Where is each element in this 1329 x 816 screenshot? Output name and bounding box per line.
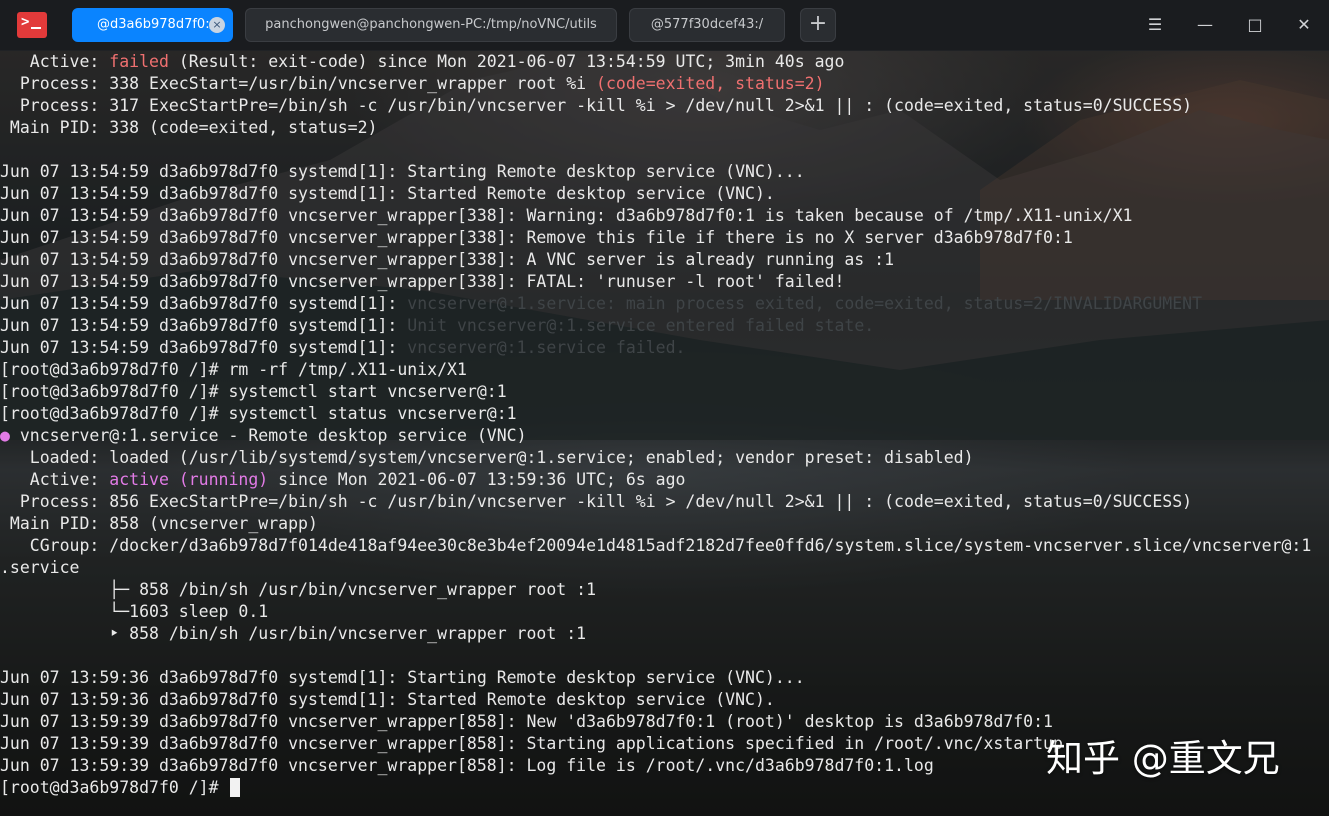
- terminal-line: Jun 07 13:59:39 d3a6b978d7f0 vncserver_w…: [0, 733, 1063, 755]
- terminal-text: vncserver@:1.service: main process exite…: [407, 294, 1203, 313]
- terminal-text: (Result: exit-code) since Mon 2021-06-07…: [168, 52, 845, 71]
- terminal-text: ●: [0, 426, 10, 445]
- terminal-line: Active: active (running) since Mon 2021-…: [0, 469, 686, 491]
- terminal-output[interactable]: Active: failed (Result: exit-code) since…: [0, 50, 1329, 816]
- terminal-text: Jun 07 13:54:59 d3a6b978d7f0 systemd[1]:…: [0, 162, 805, 181]
- terminal-line: [root@d3a6b978d7f0 /]# systemctl start v…: [0, 381, 507, 403]
- terminal-text: Main PID: 858 (vncserver_wrapp): [0, 514, 318, 533]
- minimize-icon[interactable]: —: [1194, 14, 1216, 36]
- terminal-line: [root@d3a6b978d7f0 /]# rm -rf /tmp/.X11-…: [0, 359, 467, 381]
- terminal-line: Jun 07 13:54:59 d3a6b978d7f0 vncserver_w…: [0, 227, 1073, 249]
- terminal-text: Jun 07 13:59:39 d3a6b978d7f0 vncserver_w…: [0, 734, 1063, 753]
- terminal-text: Process: 338 ExecStart=/usr/bin/vncserve…: [0, 74, 597, 93]
- terminal-text: Active:: [0, 470, 110, 489]
- tab-label: panchongwen@panchongwen-PC:/tmp/noVNC/ut…: [265, 17, 597, 32]
- terminal-line: Jun 07 13:54:59 d3a6b978d7f0 systemd[1]:…: [0, 315, 874, 337]
- terminal-icon: >: [17, 12, 47, 38]
- terminal-text: [root@d3a6b978d7f0 /]# systemctl status …: [0, 404, 517, 423]
- terminal-text: Active:: [0, 52, 110, 71]
- terminal-line: Jun 07 13:54:59 d3a6b978d7f0 systemd[1]:…: [0, 293, 1202, 315]
- terminal-text: Process: 856 ExecStartPre=/bin/sh -c /us…: [0, 492, 1193, 511]
- terminal-text: Jun 07 13:54:59 d3a6b978d7f0 systemd[1]:: [0, 316, 408, 335]
- terminal-text: Unit vncserver@:1.service entered failed…: [407, 316, 875, 335]
- terminal-text: ├─ 858 /bin/sh /usr/bin/vncserver_wrappe…: [0, 580, 597, 599]
- terminal-text: Jun 07 13:54:59 d3a6b978d7f0 systemd[1]:…: [0, 184, 775, 203]
- terminal-text: Main PID: 338 (code=exited, status=2): [0, 118, 378, 137]
- terminal-text: Jun 07 13:59:39 d3a6b978d7f0 vncserver_w…: [0, 756, 934, 775]
- terminal-text: Jun 07 13:59:36 d3a6b978d7f0 systemd[1]:…: [0, 690, 775, 709]
- terminal-text: vncserver@:1.service failed.: [407, 338, 686, 357]
- close-icon[interactable]: ✕: [1293, 14, 1315, 36]
- terminal-text: vncserver@:1.service - Remote desktop se…: [9, 426, 527, 445]
- terminal-line: ● vncserver@:1.service - Remote desktop …: [0, 425, 527, 447]
- terminal-text: active (running): [109, 470, 269, 489]
- terminal-line: Active: failed (Result: exit-code) since…: [0, 51, 845, 73]
- terminal-line: CGroup: /docker/d3a6b978d7f014de418af94e…: [0, 535, 1311, 557]
- terminal-line: [root@d3a6b978d7f0 /]# systemctl status …: [0, 403, 517, 425]
- terminal-line: ├─ 858 /bin/sh /usr/bin/vncserver_wrappe…: [0, 579, 596, 601]
- terminal-line: .service: [0, 557, 79, 579]
- terminal-text: Jun 07 13:59:36 d3a6b978d7f0 systemd[1]:…: [0, 668, 805, 687]
- terminal-line: └─1603 sleep 0.1: [0, 601, 268, 623]
- terminal-line: Process: 856 ExecStartPre=/bin/sh -c /us…: [0, 491, 1192, 513]
- title-bar: > @d3a6b978d7f0:/ × panchongwen@panchong…: [0, 0, 1329, 51]
- tab-close-icon[interactable]: ×: [209, 17, 225, 33]
- terminal-line: Main PID: 858 (vncserver_wrapp): [0, 513, 318, 535]
- terminal-text: Jun 07 13:54:59 d3a6b978d7f0 vncserver_w…: [0, 206, 1133, 225]
- terminal-text: Jun 07 13:59:39 d3a6b978d7f0 vncserver_w…: [0, 712, 1053, 731]
- terminal-text: since Mon 2021-06-07 13:59:36 UTC; 6s ag…: [268, 470, 686, 489]
- terminal-text: [root@d3a6b978d7f0 /]# systemctl start v…: [0, 382, 507, 401]
- terminal-line: Jun 07 13:54:59 d3a6b978d7f0 systemd[1]:…: [0, 337, 685, 359]
- terminal-text: Jun 07 13:54:59 d3a6b978d7f0 vncserver_w…: [0, 272, 845, 291]
- tab-panchongwen[interactable]: panchongwen@panchongwen-PC:/tmp/noVNC/ut…: [245, 8, 617, 42]
- terminal-text: CGroup: /docker/d3a6b978d7f014de418af94e…: [0, 536, 1312, 555]
- terminal-text: [root@d3a6b978d7f0 /]# rm -rf /tmp/.X11-…: [0, 360, 467, 379]
- terminal-line: Jun 07 13:54:59 d3a6b978d7f0 vncserver_w…: [0, 271, 844, 293]
- terminal-line: [root@d3a6b978d7f0 /]#: [0, 777, 228, 799]
- terminal-text: Process: 317 ExecStartPre=/bin/sh -c /us…: [0, 96, 1193, 115]
- terminal-line: Loaded: loaded (/usr/lib/systemd/system/…: [0, 447, 974, 469]
- terminal-line: Process: 317 ExecStartPre=/bin/sh -c /us…: [0, 95, 1192, 117]
- terminal-line: Jun 07 13:59:36 d3a6b978d7f0 systemd[1]:…: [0, 689, 775, 711]
- terminal-text: ‣ 858 /bin/sh /usr/bin/vncserver_wrapper…: [0, 624, 587, 643]
- terminal-line: Jun 07 13:54:59 d3a6b978d7f0 vncserver_w…: [0, 249, 894, 271]
- terminal-text: Jun 07 13:54:59 d3a6b978d7f0 systemd[1]:: [0, 338, 408, 357]
- hamburger-menu-icon[interactable]: ☰: [1144, 14, 1166, 36]
- terminal-text: Loaded: loaded (/usr/lib/systemd/system/…: [0, 448, 974, 467]
- terminal-line: ‣ 858 /bin/sh /usr/bin/vncserver_wrapper…: [0, 623, 586, 645]
- terminal-text: failed: [109, 52, 169, 71]
- terminal-text: Jun 07 13:54:59 d3a6b978d7f0 vncserver_w…: [0, 250, 895, 269]
- terminal-line: Jun 07 13:54:59 d3a6b978d7f0 vncserver_w…: [0, 205, 1132, 227]
- terminal-line: Main PID: 338 (code=exited, status=2): [0, 117, 378, 139]
- terminal-line: Process: 338 ExecStart=/usr/bin/vncserve…: [0, 73, 825, 95]
- terminal-text: └─1603 sleep 0.1: [0, 602, 269, 621]
- zhihu-watermark: 知乎 @重文兄: [1046, 737, 1280, 780]
- terminal-line: Jun 07 13:59:39 d3a6b978d7f0 vncserver_w…: [0, 755, 934, 777]
- tab-label: @577f30dcef43:/: [650, 17, 764, 32]
- tab-label: @d3a6b978d7f0:/: [97, 17, 214, 32]
- terminal-cursor: [230, 778, 240, 797]
- tab-577f30dcef43[interactable]: @577f30dcef43:/: [629, 8, 785, 42]
- terminal-text: Jun 07 13:54:59 d3a6b978d7f0 systemd[1]:: [0, 294, 408, 313]
- terminal-line: Jun 07 13:59:36 d3a6b978d7f0 systemd[1]:…: [0, 667, 805, 689]
- terminal-text: (code=exited, status=2): [596, 74, 825, 93]
- terminal-text: [root@d3a6b978d7f0 /]#: [0, 778, 229, 797]
- terminal-line: Jun 07 13:54:59 d3a6b978d7f0 systemd[1]:…: [0, 183, 775, 205]
- new-tab-button[interactable]: +: [800, 8, 836, 42]
- maximize-icon[interactable]: □: [1244, 14, 1266, 36]
- terminal-line: Jun 07 13:59:39 d3a6b978d7f0 vncserver_w…: [0, 711, 1053, 733]
- terminal-line: Jun 07 13:54:59 d3a6b978d7f0 systemd[1]:…: [0, 161, 805, 183]
- terminal-text: .service: [0, 558, 80, 577]
- tab-active[interactable]: @d3a6b978d7f0:/ ×: [72, 8, 233, 42]
- terminal-text: Jun 07 13:54:59 d3a6b978d7f0 vncserver_w…: [0, 228, 1073, 247]
